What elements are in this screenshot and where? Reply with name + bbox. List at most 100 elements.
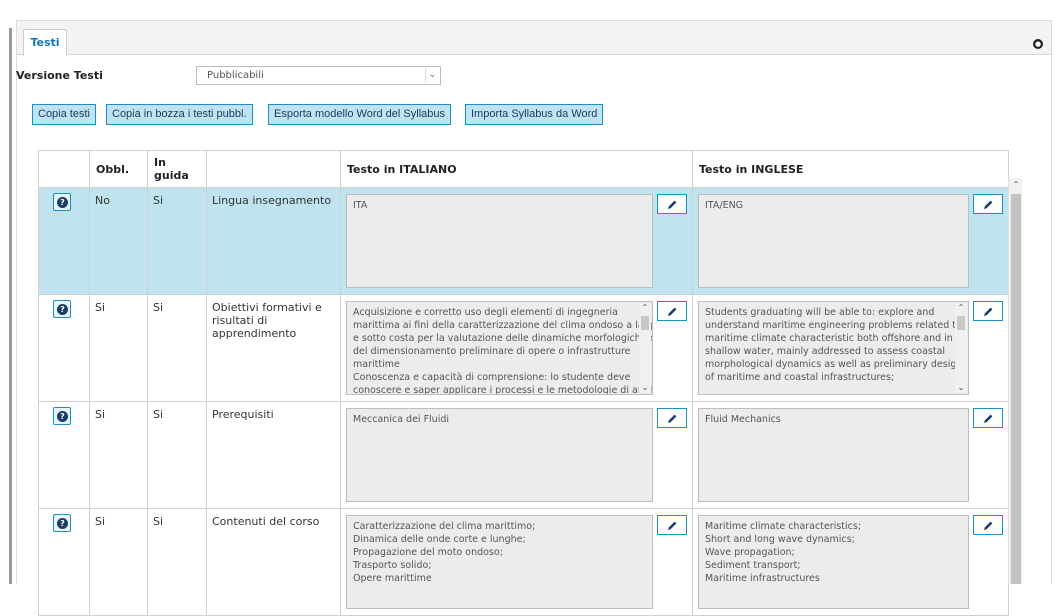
text-line: Short and long wave dynamics; [705,534,855,545]
table-row[interactable]: Si Si Contenuti del corso Caratterizzazi… [38,508,1009,616]
col-header-help [38,150,90,188]
italian-cell: Caratterizzazione del clima marittimo; D… [340,508,693,616]
chevron-down-icon[interactable]: ⌄ [425,68,439,83]
obbl-cell: No [89,187,148,295]
texts-table: Obbl. In guida Testo in ITALIANO Testo i… [38,150,1009,616]
textbox-scrollbar[interactable]: ⌃ ⌄ [955,303,967,393]
guida-cell: Si [147,508,207,616]
guida-cell: Si [147,294,207,402]
textbox-scrollbar[interactable]: ⌃ ⌄ [639,303,651,393]
text-line: e sotto costa per la valutazione delle d… [353,333,653,344]
italian-cell: ITA [340,187,693,295]
text-line: Fluid Mechanics [705,414,781,425]
english-cell: Students graduating will be able to: exp… [692,294,1009,402]
version-select[interactable]: Pubblicabili ⌄ [196,66,441,85]
obbl-cell: Si [89,401,148,509]
obbl-cell: Si [89,294,148,402]
english-cell: Fluid Mechanics [692,401,1009,509]
text-line: Maritime climate characteristics; [705,521,862,532]
row-label: Contenuti del corso [206,508,341,616]
copy-draft-button[interactable]: Copia in bozza i testi pubbl. [106,104,253,125]
col-header-obbl: Obbl. [89,150,148,188]
english-cell: ITA/ENG [692,187,1009,295]
question-circle-icon[interactable] [53,514,71,532]
text-line: Caratterizzazione del clima marittimo; [353,521,536,532]
english-textbox[interactable]: ITA/ENG [698,194,969,288]
text-line: Acquisizione e corretto uso degli elemen… [353,307,618,318]
question-circle-icon[interactable] [53,300,71,318]
italian-textbox[interactable]: Meccanica dei Fluidi [346,408,653,502]
text-line: Maritime infrastructures [705,573,820,584]
text-line: Wave propagation; [705,547,795,558]
collapse-circle-icon[interactable]: ● [1033,39,1043,49]
obbl-cell: Si [89,508,148,616]
guida-cell: Si [147,401,207,509]
text-line: ITA [353,200,368,211]
pencil-icon[interactable] [973,301,1003,321]
col-header-label [206,150,341,188]
help-cell [38,508,90,616]
row-label: Obiettivi formativi e risultati di appre… [206,294,341,402]
version-label: Versione Testi [16,69,103,82]
help-cell [38,187,90,295]
english-textbox[interactable]: Maritime climate characteristics; Short … [698,515,969,609]
copy-texts-button[interactable]: Copia testi [32,104,96,125]
export-word-button[interactable]: Esporta modello Word del Syllabus [268,104,451,125]
panel-header: Testi ● [17,21,1051,56]
text-line: Students graduating will be able to: exp… [705,307,935,318]
italian-cell: Acquisizione e corretto uso degli elemen… [340,294,693,402]
pencil-icon[interactable] [657,194,687,214]
guida-cell: Si [147,187,207,295]
question-circle-icon[interactable] [53,407,71,425]
text-line: ITA/ENG [705,200,744,211]
pencil-icon[interactable] [973,408,1003,428]
help-cell [38,294,90,402]
row-label: Prerequisiti [206,401,341,509]
help-cell [38,401,90,509]
english-cell: Maritime climate characteristics; Short … [692,508,1009,616]
pencil-icon[interactable] [657,515,687,535]
italian-textbox[interactable]: Caratterizzazione del clima marittimo; D… [346,515,653,609]
table-row[interactable]: No Si Lingua insegnamento ITA ITA/ENG [38,187,1009,295]
english-textbox[interactable]: Students graduating will be able to: exp… [698,301,969,395]
pencil-icon[interactable] [657,408,687,428]
text-line: del dimensionamento preliminare di opere… [353,346,631,357]
text-line: morphological dynamics as well as prelim… [705,359,963,370]
text-line: Opere marittime [353,573,432,584]
italian-cell: Meccanica dei Fluidi [340,401,693,509]
pencil-icon[interactable] [973,515,1003,535]
text-line: Meccanica dei Fluidi [353,414,450,425]
version-select-value: Pubblicabili [207,70,264,81]
italian-textbox[interactable]: ITA [346,194,653,288]
import-word-button[interactable]: Importa Syllabus da Word [465,104,604,125]
scroll-up-icon[interactable]: ⌃ [1009,180,1023,189]
question-circle-icon[interactable] [53,193,71,211]
table-row[interactable]: Si Si Prerequisiti Meccanica dei Fluidi … [38,401,1009,509]
pencil-icon[interactable] [973,194,1003,214]
english-textbox[interactable]: Fluid Mechanics [698,408,969,502]
text-line: Conoscenza e capacità di comprensione: l… [353,372,631,383]
scroll-thumb[interactable] [1011,194,1021,584]
page-left-border [9,28,12,584]
text-line: Trasporto solido; [353,560,432,571]
text-line: maritime climate characteristic both off… [705,333,953,344]
table-row[interactable]: Si Si Obiettivi formativi e risultati di… [38,294,1009,402]
table-header-row: Obbl. In guida Testo in ITALIANO Testo i… [38,150,1009,188]
text-line: conoscere e saper applicare i processi e… [353,385,653,395]
table-scrollbar[interactable]: ⌃ [1008,178,1022,584]
col-header-italian: Testo in ITALIANO [340,150,693,188]
text-line: understand maritime engineering problems… [705,320,962,331]
row-label: Lingua insegnamento [206,187,341,295]
col-header-english: Testo in INGLESE [692,150,1009,188]
tab-testi[interactable]: Testi [23,29,67,56]
text-line: of maritime and coastal infrastructures; [705,372,895,383]
text-line: marittima ai fini della caratterizzazion… [353,320,653,331]
text-line: Dinamica delle onde corte e lunghe; [353,534,526,545]
col-header-guida: In guida [147,150,207,188]
text-line: Sediment transport; [705,560,801,571]
pencil-icon[interactable] [657,301,687,321]
text-line: shallow water, mainly addressed to asses… [705,346,946,357]
text-line: Propagazione del moto ondoso; [353,547,503,558]
text-line: marittime [353,359,400,370]
italian-textbox[interactable]: Acquisizione e corretto uso degli elemen… [346,301,653,395]
